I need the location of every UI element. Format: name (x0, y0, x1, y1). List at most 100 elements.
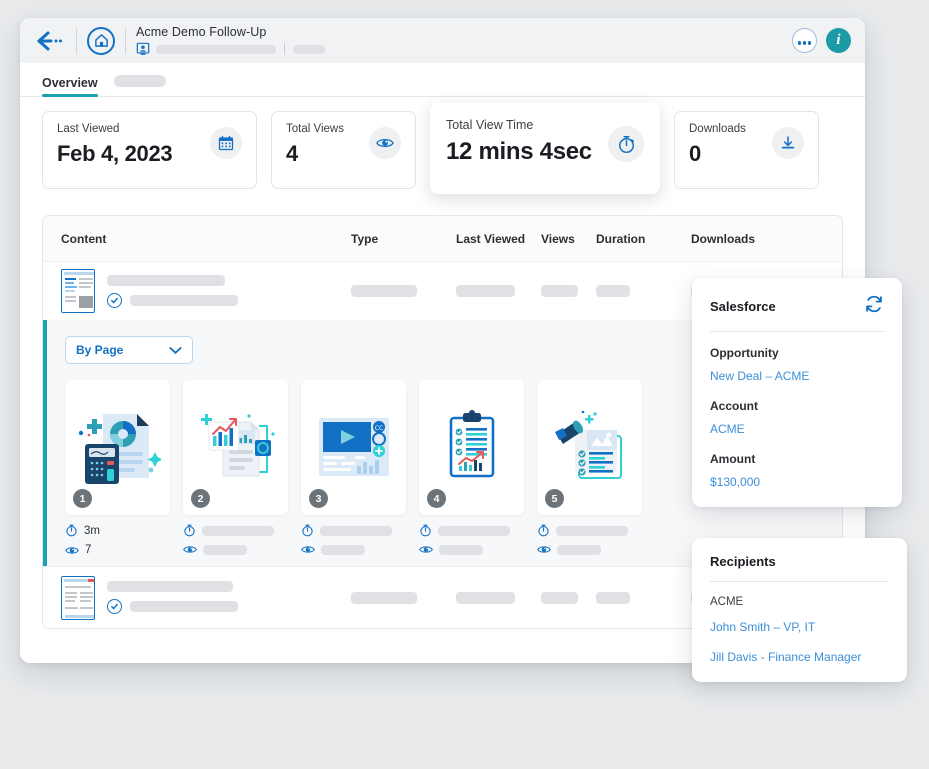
recipient-company: ACME (710, 596, 889, 608)
report-growth-illustration (193, 408, 279, 488)
stopwatch-icon (537, 524, 550, 537)
info-button[interactable]: i (826, 28, 851, 53)
page-duration (301, 524, 406, 537)
content-cell (107, 275, 351, 308)
page-card[interactable]: 2 (183, 380, 288, 556)
tab-overview[interactable]: Overview (42, 76, 98, 96)
check-circle-icon (107, 599, 122, 614)
row-subtitle-skeleton (130, 601, 238, 612)
recipients-panel-title: Recipients (710, 554, 776, 569)
video-player-illustration: CC (311, 408, 397, 488)
column-header-downloads[interactable]: Downloads (691, 232, 786, 246)
stat-value: 4 (286, 141, 344, 167)
page-views-skeleton (321, 545, 365, 555)
page-duration (183, 524, 288, 537)
page-views-skeleton (203, 545, 247, 555)
last-viewed-cell (456, 592, 541, 604)
page-duration-skeleton (320, 526, 392, 536)
more-options-button[interactable] (792, 28, 817, 53)
grouping-select-label: By Page (76, 343, 123, 357)
field-label-amount: Amount (710, 452, 884, 466)
page-duration (537, 524, 642, 537)
page-duration-skeleton (438, 526, 510, 536)
page-card[interactable]: 1 3m (65, 380, 170, 556)
page-views (301, 544, 406, 555)
page-views (537, 544, 642, 555)
home-button[interactable] (87, 27, 115, 55)
recipients-panel: Recipients ACME John Smith – VP, IT Jill… (692, 538, 907, 682)
recipient-link[interactable]: John Smith – VP, IT (710, 620, 889, 634)
page-number-badge: 5 (545, 489, 564, 508)
stat-cards: Last Viewed Feb 4, 2023 Total Vie (20, 97, 865, 213)
stat-card-total-views[interactable]: Total Views 4 (271, 111, 416, 189)
column-header-content[interactable]: Content (61, 232, 351, 246)
info-icon: i (836, 32, 840, 49)
tab-skeleton[interactable] (114, 75, 166, 87)
page-views (183, 544, 288, 555)
row-subtitle (107, 293, 351, 308)
eye-icon (419, 544, 433, 555)
page-duration-skeleton (202, 526, 274, 536)
page-card[interactable]: CC (301, 380, 406, 556)
content-cell (107, 581, 351, 614)
column-header-views[interactable]: Views (541, 232, 596, 246)
table-header-row: Content Type Last Viewed Views Duration … (43, 216, 842, 262)
stopwatch-icon (183, 524, 196, 537)
page-card[interactable]: 5 (537, 380, 642, 556)
document-thumbnail (61, 576, 95, 620)
download-icon (772, 127, 804, 159)
row-subtitle (107, 599, 351, 614)
stat-value: 0 (689, 141, 746, 167)
salesforce-panel-title: Salesforce (710, 299, 776, 314)
eye-icon (301, 544, 315, 555)
grouping-select[interactable]: By Page (65, 336, 193, 364)
eye-icon (65, 545, 79, 556)
page-card[interactable]: 4 (419, 380, 524, 556)
page-number-badge: 1 (73, 489, 92, 508)
stopwatch-icon (65, 524, 78, 537)
toolbar: Acme Demo Follow-Up i (20, 18, 865, 63)
stat-label: Last Viewed (57, 123, 172, 135)
duration-cell (596, 592, 691, 604)
stat-card-downloads[interactable]: Downloads 0 (674, 111, 819, 189)
page-stats (419, 524, 524, 555)
toolbar-divider (76, 28, 77, 54)
document-thumbnail (61, 269, 95, 313)
stat-value: 12 mins 4sec (446, 138, 592, 166)
breadcrumb (136, 42, 325, 56)
calendar-icon (210, 127, 242, 159)
sync-refresh-icon[interactable] (864, 294, 884, 319)
page-views (419, 544, 524, 555)
breadcrumb-skeleton-2 (293, 45, 325, 54)
type-cell (351, 592, 456, 604)
column-header-last-viewed[interactable]: Last Viewed (456, 232, 541, 246)
toolbar-actions: i (792, 28, 851, 53)
document-title-block: Acme Demo Follow-Up (136, 25, 325, 56)
recipient-link[interactable]: Jill Davis - Finance Manager (710, 650, 889, 664)
column-header-type[interactable]: Type (351, 232, 456, 246)
field-label-opportunity: Opportunity (710, 346, 884, 360)
stat-label: Total Views (286, 123, 344, 135)
field-value-amount[interactable]: $130,000 (710, 475, 884, 489)
views-cell (541, 592, 596, 604)
page-stats (301, 524, 406, 555)
page-stats: 3m 7 (65, 524, 170, 556)
chevron-down-icon (169, 346, 182, 355)
page-duration-skeleton (556, 526, 628, 536)
field-value-account[interactable]: ACME (710, 422, 884, 436)
duration-cell (596, 285, 691, 297)
stat-label: Downloads (689, 123, 746, 135)
back-button[interactable] (34, 26, 66, 56)
row-subtitle-skeleton (130, 295, 238, 306)
check-circle-icon (107, 293, 122, 308)
column-header-duration[interactable]: Duration (596, 232, 691, 246)
page-thumbnail: 1 (65, 380, 170, 515)
stat-card-total-view-time[interactable]: Total View Time 12 mins 4sec (430, 102, 660, 194)
stat-card-last-viewed[interactable]: Last Viewed Feb 4, 2023 (42, 111, 257, 189)
field-value-opportunity[interactable]: New Deal – ACME (710, 369, 884, 383)
calculator-chart-illustration (75, 408, 161, 488)
eye-icon (369, 127, 401, 159)
clipboard-checklist-illustration (429, 408, 515, 488)
views-cell (541, 285, 596, 297)
page-stats (183, 524, 288, 555)
